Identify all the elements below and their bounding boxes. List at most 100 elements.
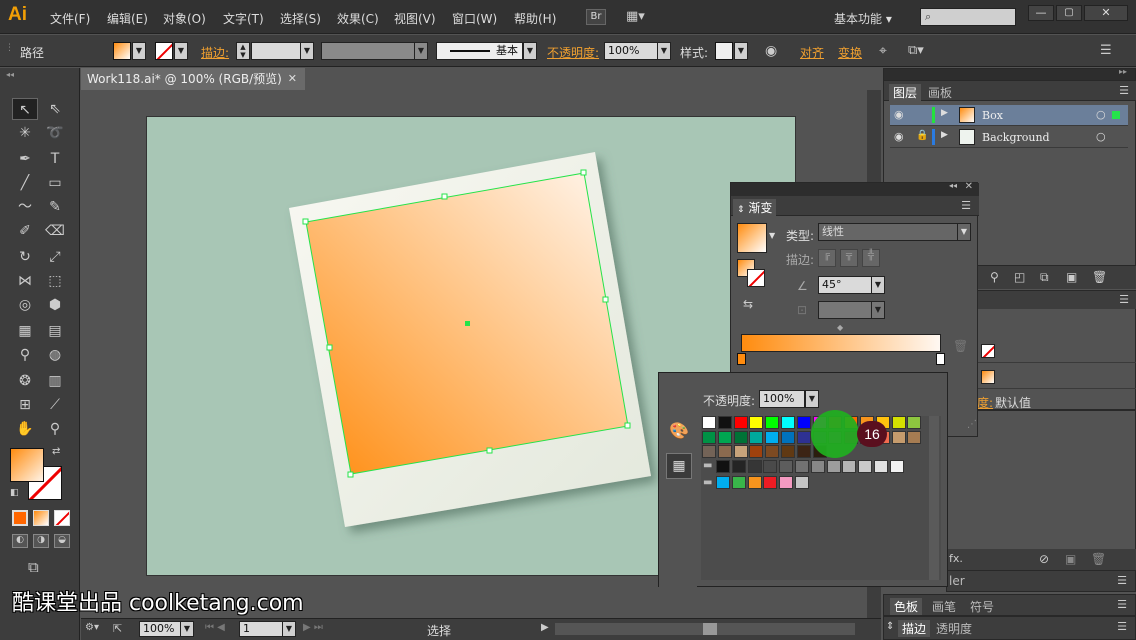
grey-swatch[interactable]	[826, 460, 841, 473]
popup-opacity-dropdown[interactable]: ▼	[805, 390, 819, 408]
appearance-menu-icon[interactable]: ☰	[1119, 293, 1129, 306]
new-layer-icon[interactable]: ▣	[1066, 270, 1077, 284]
gradient-stop-start[interactable]	[737, 353, 746, 365]
none-mode-button[interactable]	[54, 510, 70, 526]
color-swatch[interactable]	[765, 416, 780, 429]
select-similar-icon[interactable]: ⧉▾	[908, 43, 924, 58]
column-graph-tool-icon[interactable]: ▥	[42, 370, 68, 392]
color-palette-icon[interactable]: 🎨	[669, 421, 689, 440]
color-swatch[interactable]	[733, 445, 748, 458]
stroke-weight-dropdown[interactable]: ▼	[300, 42, 314, 60]
new-sublayer-icon[interactable]: ⧉	[1040, 270, 1049, 285]
gradient-type-dropdown[interactable]: ▼	[957, 223, 971, 241]
panel-menu-icon[interactable]: ☰	[1117, 620, 1127, 633]
control-panel-menu-icon[interactable]: ☰	[1100, 43, 1112, 58]
appearance-stroke-row[interactable]	[977, 339, 1136, 363]
grey-swatch[interactable]	[731, 460, 746, 473]
make-clipping-mask-icon[interactable]: ◰	[1014, 270, 1025, 284]
stroke-across-icon[interactable]: ╬	[862, 249, 880, 267]
pen-tool-icon[interactable]: ✒	[12, 148, 38, 170]
hand-tool-icon[interactable]: ✋	[12, 418, 38, 440]
menu-view[interactable]: 视图(V)	[394, 10, 436, 27]
status-menu-icon[interactable]: ▶	[541, 622, 549, 633]
midpoint-diamond-icon[interactable]: ◆	[837, 323, 843, 332]
selection-indicator[interactable]	[1112, 111, 1120, 119]
default-colors-icon[interactable]: ◧	[10, 488, 19, 498]
delete-stop-icon[interactable]: 🗑	[953, 339, 968, 353]
swatches-grid-icon[interactable]: ▦	[666, 453, 692, 479]
collapse-dock-icon[interactable]: ▸▸	[1119, 67, 1127, 76]
opacity-dropdown[interactable]: ▼	[657, 42, 671, 60]
stepper-icon[interactable]: ⇕	[886, 621, 894, 632]
collapse-icon[interactable]: ◂◂	[6, 70, 14, 79]
align-label[interactable]: 对齐	[800, 44, 824, 61]
stroke-weight-stepper[interactable]: ▲ ▼	[236, 42, 250, 60]
menu-object[interactable]: 对象(O)	[163, 10, 206, 27]
graphic-style-swatch[interactable]	[715, 42, 733, 60]
tab-stroke[interactable]: 描边	[898, 620, 931, 637]
collapse-panel-icon[interactable]: ◂◂	[949, 181, 957, 190]
menu-help[interactable]: 帮助(H)	[514, 10, 556, 27]
stroke-none-swatch[interactable]	[981, 344, 995, 358]
stroke-label[interactable]: 描边:	[201, 44, 229, 61]
gradient-panel-menu-icon[interactable]: ☰	[961, 199, 971, 212]
gradient-type-select[interactable]: 线性	[818, 223, 958, 241]
grey-swatch[interactable]	[810, 460, 825, 473]
mesh-tool-icon[interactable]: ▦	[12, 320, 38, 342]
close-tab-icon[interactable]: ✕	[288, 68, 297, 90]
color-swatch[interactable]	[891, 430, 906, 444]
tab-swatches[interactable]: 色板	[890, 598, 923, 615]
eraser-tool-icon[interactable]: ⌫	[42, 220, 68, 242]
angle-field[interactable]: 45°	[818, 276, 872, 294]
layers-panel-menu-icon[interactable]: ☰	[1119, 84, 1129, 97]
tab-brushes[interactable]: 画笔	[932, 598, 956, 615]
layer-name[interactable]: Box	[982, 109, 1003, 122]
grey-swatch[interactable]	[795, 460, 809, 473]
layer-row-background[interactable]: ◉ 🔒 ▶ Background ○	[890, 127, 1128, 148]
menu-select[interactable]: 选择(S)	[280, 10, 321, 27]
anchor-point[interactable]	[441, 193, 448, 200]
style-dropdown[interactable]: ▼	[734, 42, 748, 60]
grey-swatch[interactable]	[889, 460, 904, 473]
zoom-dropdown[interactable]: ▼	[180, 621, 194, 637]
color-swatch[interactable]	[749, 416, 764, 429]
grey-swatch[interactable]	[842, 460, 857, 473]
perspective-grid-tool-icon[interactable]: ⬢	[42, 294, 68, 316]
stroke-weight-field[interactable]	[251, 42, 301, 60]
menu-effect[interactable]: 效果(C)	[337, 10, 379, 27]
maximize-button[interactable]: ▢	[1056, 5, 1082, 21]
draw-behind-icon[interactable]: ◑	[33, 534, 49, 548]
appearance-opacity-row[interactable]: 度: 默认值	[977, 391, 1136, 411]
anchor-point[interactable]	[347, 471, 354, 478]
fill-gradient-swatch[interactable]	[981, 370, 995, 384]
delete-layer-icon[interactable]: 🗑	[1092, 270, 1107, 284]
document-tab[interactable]: Work118.ai* @ 100% (RGB/预览) ✕	[81, 68, 305, 90]
tab-symbols[interactable]: 符号	[970, 598, 994, 615]
expand-triangle-icon[interactable]: ▶	[941, 130, 948, 140]
panel-menu-icon[interactable]: ☰	[1117, 598, 1127, 611]
color-swatch[interactable]	[717, 416, 732, 429]
gradient-thumbnail[interactable]	[737, 223, 767, 253]
variable-width-field[interactable]	[321, 42, 415, 60]
gradient-stroke-box[interactable]	[747, 269, 765, 287]
anchor-point[interactable]	[624, 422, 631, 429]
delete-item-icon[interactable]: 🗑	[1091, 552, 1106, 566]
group-swatch[interactable]	[763, 476, 778, 489]
group-swatch[interactable]	[716, 476, 730, 489]
tab-transparency[interactable]: 透明度	[936, 620, 972, 637]
anchor-point[interactable]	[602, 296, 609, 303]
isolate-selection-icon[interactable]: ⌖	[879, 43, 887, 59]
fill-color-box[interactable]	[10, 448, 44, 482]
eyedropper-tool-icon[interactable]: ⚲	[12, 344, 38, 366]
rectangle-tool-icon[interactable]: ▭	[42, 172, 68, 194]
aspect-ratio-field[interactable]	[818, 301, 872, 319]
artboard-dropdown[interactable]: ▼	[282, 621, 296, 637]
color-swatch[interactable]	[796, 416, 811, 429]
opacity-label[interactable]: 不透明度:	[547, 44, 599, 61]
draw-inside-icon[interactable]: ◒	[54, 534, 70, 548]
width-tool-icon[interactable]: ⋈	[12, 270, 38, 292]
aspect-ratio-dropdown[interactable]: ▼	[871, 301, 885, 319]
artboard-nav-icon[interactable]: ⚙▾	[85, 622, 99, 633]
line-tool-icon[interactable]: ╱	[12, 172, 38, 194]
color-mode-button[interactable]	[12, 510, 28, 526]
